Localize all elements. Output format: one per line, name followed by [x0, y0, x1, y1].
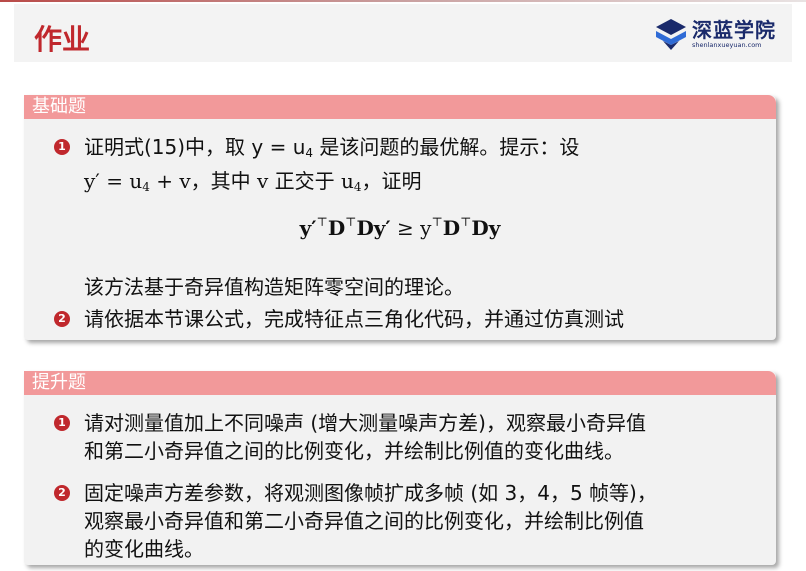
advanced-item-2-line-2: 观察最小奇异值和第二小奇异值之间的比例变化，并绘制比例值 [84, 509, 644, 533]
basic-item-2: 请依据本节课公式，完成特征点三角化代码，并通过仿真测试 [84, 307, 624, 331]
logo-mark-icon [656, 19, 686, 50]
advanced-block-title: 提升题 [24, 371, 776, 395]
advanced-item-2-bullet: 2 [54, 485, 70, 501]
advanced-item-2: 固定噪声方差参数，将观测图像帧扩成多帧 (如 3，4，5 帧等)， 观察最小奇异… [84, 479, 768, 563]
advanced-item-1-line-2: 和第二小奇异值之间的比例变化，并绘制比例值的变化曲线。 [84, 439, 624, 463]
page-title: 作业 [34, 23, 91, 56]
logo-url: shenlanxueyuan.com [692, 41, 762, 49]
basic-item-1-bullet: 1 [54, 139, 70, 155]
advanced-item-1-line-1: 请对测量值加上不同噪声 (增大测量噪声方差)，观察最小奇异值 [84, 411, 646, 435]
basic-item-2-bullet: 2 [54, 311, 70, 327]
top-rule [0, 0, 806, 2]
advanced-item-2-line-3: 的变化曲线。 [84, 537, 204, 561]
basic-item-1-line-3: 该方法基于奇异值构造矩阵零空间的理论。 [84, 275, 464, 299]
basic-item-1-equation: y′⊤D⊤Dy′ ≥ y⊤D⊤Dy [299, 215, 501, 240]
advanced-item-1-bullet: 1 [54, 415, 70, 431]
basic-block: 基础题 1 证明式(15)中，取 y = u4 是该问题的最优解。提示：设 y′… [24, 95, 776, 340]
advanced-block: 提升题 1 请对测量值加上不同噪声 (增大测量噪声方差)，观察最小奇异值 和第二… [24, 371, 776, 565]
logo-name: 深蓝学院 [692, 18, 776, 42]
basic-block-title: 基础题 [24, 95, 776, 119]
slide-header: 作业 深蓝学院 shenlanxueyuan.com [14, 4, 792, 62]
basic-item-1-line-2: y′ = u4 + v，其中 v 正交于 u4，证明 [84, 169, 422, 194]
advanced-item-2-line-1: 固定噪声方差参数，将观测图像帧扩成多帧 (如 3，4，5 帧等)， [84, 481, 657, 505]
basic-item-1-line-1: 证明式(15)中，取 y = u4 是该问题的最优解。提示：设 [84, 135, 580, 160]
logo: 深蓝学院 shenlanxueyuan.com [654, 14, 776, 54]
advanced-item-1: 请对测量值加上不同噪声 (增大测量噪声方差)，观察最小奇异值 和第二小奇异值之间… [84, 409, 768, 465]
basic-item-1: 证明式(15)中，取 y = u4 是该问题的最优解。提示：设 y′ = u4 … [84, 133, 768, 201]
